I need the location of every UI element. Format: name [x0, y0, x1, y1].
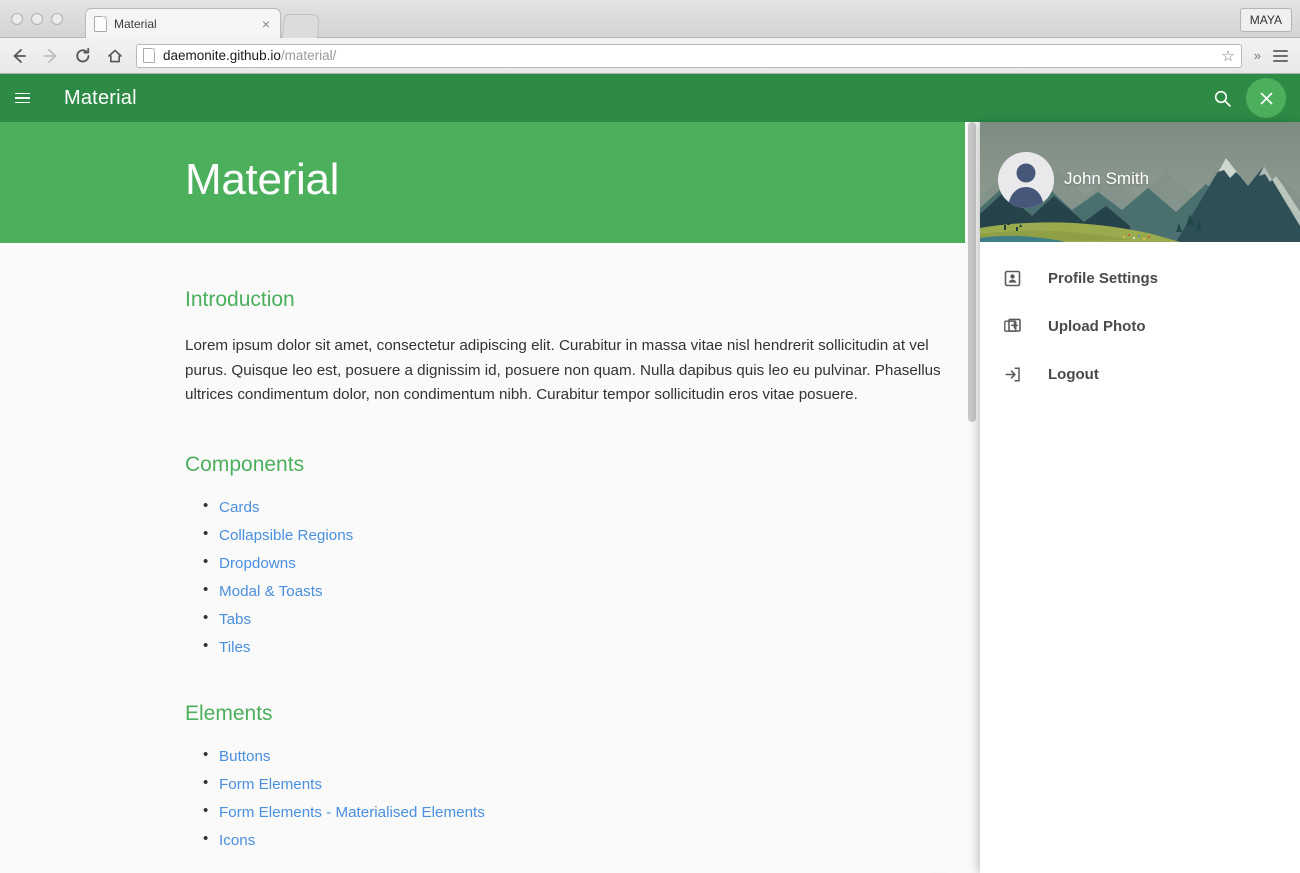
page-scrollbar[interactable]	[965, 122, 980, 873]
bookmark-star-icon[interactable]: ☆	[1221, 47, 1234, 65]
drawer-item-label: Upload Photo	[1048, 317, 1146, 335]
link-icons[interactable]: Icons	[219, 832, 255, 849]
page-content: Material Introduction Lorem ipsum dolor …	[0, 122, 980, 873]
drawer-user-name: John Smith	[1064, 169, 1150, 188]
overflow-chevron-icon[interactable]: »	[1248, 48, 1267, 63]
list-item: Cards	[185, 497, 980, 517]
browser-tab-title: Material	[114, 16, 157, 31]
app-menu-icon[interactable]	[0, 74, 44, 122]
add-photo-icon	[1000, 314, 1024, 338]
tab-close-icon[interactable]: ×	[260, 17, 272, 31]
page-document-icon	[143, 48, 155, 63]
link-form-elements[interactable]: Form Elements	[219, 776, 322, 793]
drawer-header: John Smith	[980, 122, 1300, 242]
new-tab-button[interactable]	[281, 14, 321, 38]
address-bar[interactable]: daemonite.github.io/material/ ☆	[136, 43, 1242, 68]
navigation-drawer: John Smith Profile Settings Upload Photo…	[980, 122, 1300, 873]
list-item: Tiles	[185, 637, 980, 657]
drawer-item-label: Logout	[1048, 365, 1099, 383]
list-item: Icons	[185, 830, 980, 850]
drawer-item-logout[interactable]: Logout	[980, 350, 1300, 398]
browser-window: Material × MAYA daemonite.github.io/mate…	[0, 0, 1300, 873]
elements-link-list: Buttons Form Elements Form Elements - Ma…	[185, 746, 980, 850]
intro-paragraph: Lorem ipsum dolor sit amet, consectetur …	[185, 337, 941, 403]
list-item: Tabs	[185, 609, 980, 629]
link-cards[interactable]: Cards	[219, 499, 260, 516]
profile-chip-label: MAYA	[1249, 13, 1282, 27]
avatar[interactable]	[998, 152, 1054, 208]
link-modal-toasts[interactable]: Modal & Toasts	[219, 583, 323, 600]
drawer-close-button[interactable]	[1246, 78, 1286, 118]
link-buttons[interactable]: Buttons	[219, 748, 271, 765]
drawer-item-profile-settings[interactable]: Profile Settings	[980, 254, 1300, 302]
page-viewport: Material Material Introduction Lorem ips…	[0, 74, 1300, 873]
list-item: Modal & Toasts	[185, 581, 980, 601]
page-scrollbar-thumb[interactable]	[968, 122, 976, 422]
section-heading-elements: Elements	[185, 701, 273, 725]
user-silhouette-icon	[998, 152, 1054, 208]
section-heading-components: Components	[185, 452, 305, 476]
link-collapsible-regions[interactable]: Collapsible Regions	[219, 527, 353, 544]
list-item: Dropdowns	[185, 553, 980, 573]
link-dropdowns[interactable]: Dropdowns	[219, 555, 296, 572]
window-zoom-button[interactable]	[51, 13, 63, 25]
forward-button[interactable]	[38, 43, 64, 69]
address-bar-value: daemonite.github.io/material/	[163, 48, 336, 63]
window-traffic-lights	[11, 13, 63, 25]
document-icon	[94, 15, 107, 32]
url-path: /material/	[280, 48, 337, 63]
profile-chip[interactable]: MAYA	[1239, 8, 1292, 32]
section-heading-introduction: Introduction	[185, 288, 295, 311]
window-minimize-button[interactable]	[31, 13, 43, 25]
article-body: Introduction Lorem ipsum dolor sit amet,…	[0, 288, 980, 850]
link-tabs[interactable]: Tabs	[219, 611, 251, 628]
account-badge-icon	[1000, 266, 1024, 290]
components-link-list: Cards Collapsible Regions Dropdowns Moda…	[185, 497, 980, 657]
hero-banner: Material	[0, 122, 980, 243]
browser-toolbar: daemonite.github.io/material/ ☆ »	[0, 38, 1300, 74]
page-title: Material	[185, 155, 340, 204]
browser-tab-strip: Material × MAYA	[0, 0, 1300, 38]
window-close-button[interactable]	[11, 13, 23, 25]
drawer-menu: Profile Settings Upload Photo Logout	[980, 242, 1300, 398]
url-host: daemonite.github.io	[163, 48, 281, 63]
list-item: Form Elements	[185, 774, 980, 794]
reload-button[interactable]	[70, 43, 96, 69]
link-tiles[interactable]: Tiles	[219, 639, 251, 656]
exit-icon	[1000, 362, 1024, 386]
back-button[interactable]	[6, 43, 32, 69]
drawer-item-label: Profile Settings	[1048, 269, 1159, 287]
list-item: Form Elements - Materialised Elements	[185, 802, 980, 822]
search-icon[interactable]	[1198, 74, 1246, 122]
browser-tab[interactable]: Material ×	[85, 8, 281, 38]
list-item: Buttons	[185, 746, 980, 766]
app-title: Material	[64, 86, 137, 109]
home-button[interactable]	[102, 43, 128, 69]
list-item: Collapsible Regions	[185, 525, 980, 545]
drawer-item-upload-photo[interactable]: Upload Photo	[980, 302, 1300, 350]
app-bar: Material	[0, 74, 1300, 122]
link-form-elements-materialised[interactable]: Form Elements - Materialised Elements	[219, 804, 485, 821]
browser-menu-icon[interactable]	[1267, 43, 1293, 69]
